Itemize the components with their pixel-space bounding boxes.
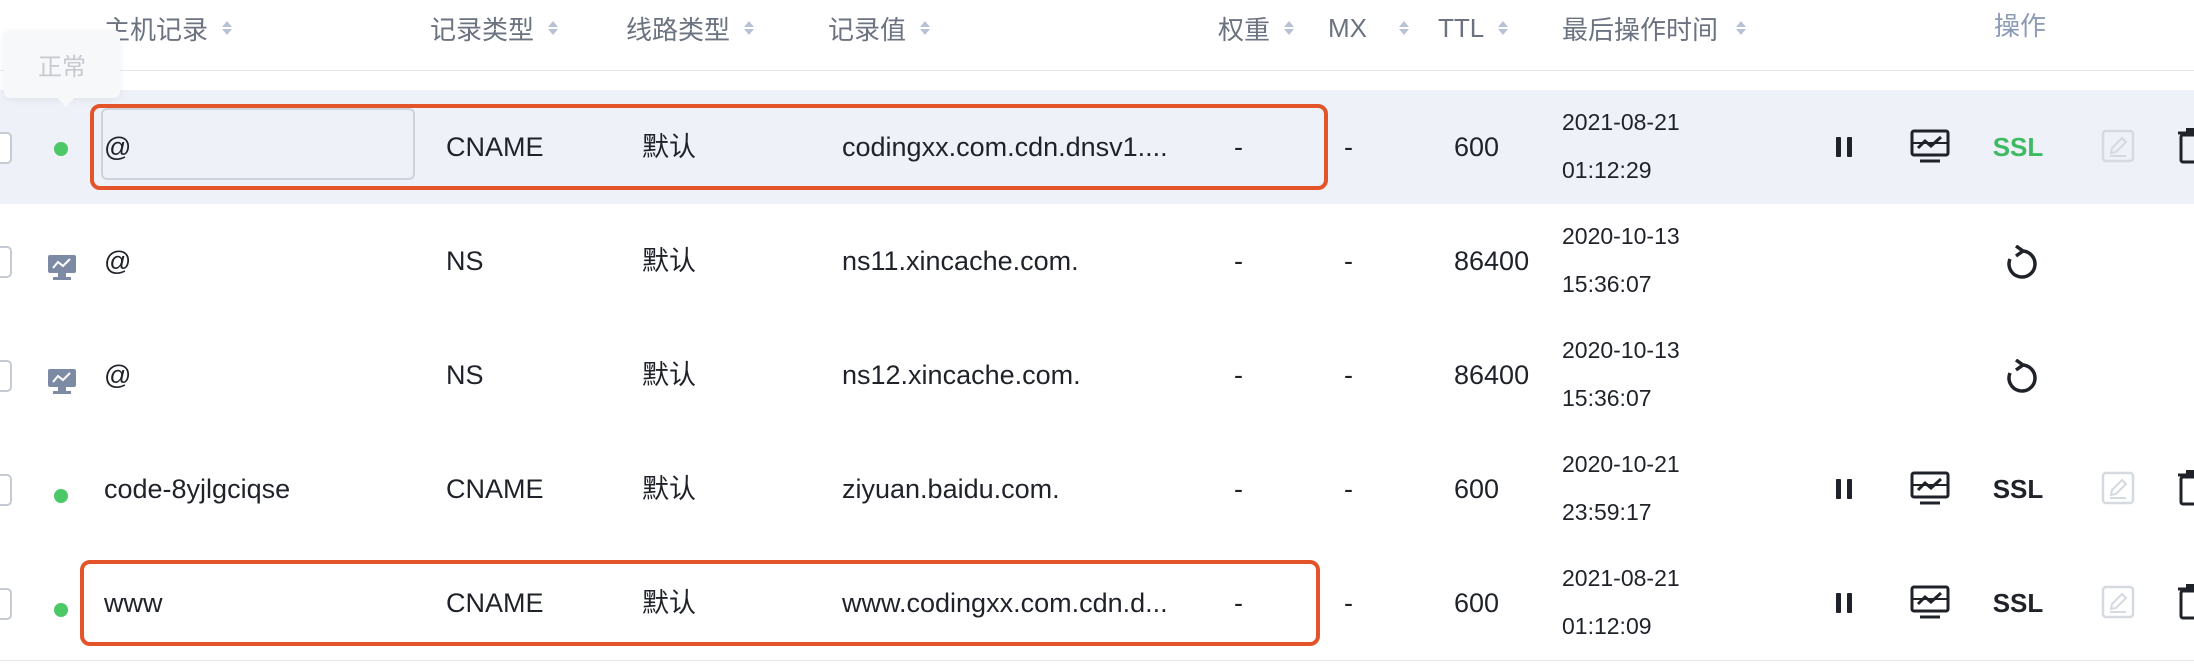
- column-header-updated[interactable]: 最后操作时间: [1562, 8, 1747, 48]
- edit-icon[interactable]: [2096, 580, 2140, 624]
- sort-icon[interactable]: [1736, 21, 1747, 35]
- updated-time: 23:59:17: [1562, 499, 1652, 525]
- delete-icon[interactable]: [2176, 466, 2194, 510]
- monitor-icon[interactable]: [1908, 580, 1952, 624]
- pause-icon[interactable]: [1826, 469, 1862, 509]
- sort-icon[interactable]: [1498, 21, 1509, 35]
- updated-time: 15:36:07: [1562, 271, 1652, 297]
- value-cell: ns11.xincache.com.: [842, 246, 1079, 276]
- mx-cell: -: [1344, 588, 1353, 618]
- updated-time: 15:36:07: [1562, 385, 1652, 411]
- line-cell: 默认: [642, 474, 696, 504]
- column-header-weight[interactable]: 权重: [1218, 8, 1295, 48]
- monitor-icon[interactable]: [1908, 124, 1952, 168]
- line-cell: 默认: [642, 360, 696, 390]
- column-header-actions: 操作: [1994, 10, 2047, 41]
- column-header-ttl[interactable]: TTL: [1438, 8, 1509, 48]
- pause-icon[interactable]: [1826, 583, 1862, 623]
- table-row: @ CNAME 默认 codingxx.com.cdn.dnsv1.... - …: [0, 90, 2194, 205]
- ssl-button[interactable]: SSL: [1990, 127, 2046, 167]
- pause-icon[interactable]: [1826, 127, 1862, 167]
- column-header-mx[interactable]: MX: [1328, 8, 1409, 48]
- sort-icon[interactable]: [222, 21, 233, 35]
- updated-date: 2020-10-21: [1562, 451, 1680, 477]
- status-dot-icon: [54, 142, 68, 156]
- status-dot-icon: [54, 603, 68, 617]
- sort-icon[interactable]: [744, 21, 755, 35]
- refresh-icon[interactable]: [2000, 242, 2044, 286]
- ssl-button[interactable]: SSL: [1990, 583, 2046, 623]
- mx-cell: -: [1344, 246, 1353, 276]
- table-header: 主机记录 记录类型 线路类型 记录值 权重 MX TTL 最后操作时间 操作: [0, 0, 2194, 71]
- mx-cell: -: [1344, 360, 1353, 390]
- ttl-cell: 600: [1454, 588, 1500, 618]
- row-checkbox[interactable]: [0, 588, 12, 620]
- ttl-cell: 600: [1454, 474, 1500, 504]
- weight-cell: -: [1234, 132, 1243, 162]
- host-cell: @: [104, 360, 132, 390]
- updated-date: 2021-08-21: [1562, 109, 1680, 135]
- mx-cell: -: [1344, 132, 1353, 162]
- sort-icon[interactable]: [920, 21, 931, 35]
- table-row: code-8yjlgciqse CNAME 默认 ziyuan.baidu.co…: [0, 432, 2194, 547]
- row-checkbox[interactable]: [0, 132, 12, 164]
- sort-icon[interactable]: [1284, 21, 1295, 35]
- mx-cell: -: [1344, 474, 1353, 504]
- value-cell: ns12.xincache.com.: [842, 360, 1081, 390]
- edit-icon[interactable]: [2096, 466, 2140, 510]
- edit-icon[interactable]: [2096, 124, 2140, 168]
- type-cell: NS: [446, 246, 484, 276]
- status-dot-icon: [54, 489, 68, 503]
- host-cell: code-8yjlgciqse: [104, 474, 291, 504]
- refresh-icon[interactable]: [2000, 356, 2044, 400]
- type-cell: CNAME: [446, 588, 544, 618]
- updated-date: 2021-08-21: [1562, 565, 1680, 591]
- column-header-type[interactable]: 记录类型: [430, 8, 559, 48]
- value-cell: ziyuan.baidu.com.: [842, 474, 1060, 504]
- updated-time: 01:12:29: [1562, 157, 1652, 183]
- monitor-icon[interactable]: [1908, 466, 1952, 510]
- host-cell: www: [104, 588, 163, 618]
- weight-cell: -: [1234, 588, 1243, 618]
- column-header-line[interactable]: 线路类型: [626, 8, 755, 48]
- updated-date: 2020-10-13: [1562, 223, 1680, 249]
- host-cell: @: [104, 246, 132, 276]
- ttl-cell: 86400: [1454, 360, 1530, 390]
- line-cell: 默认: [642, 588, 696, 618]
- delete-icon[interactable]: [2176, 124, 2194, 168]
- updated-date: 2020-10-13: [1562, 337, 1680, 363]
- status-tooltip: 正常: [4, 30, 120, 108]
- row-checkbox[interactable]: [0, 246, 12, 278]
- type-cell: NS: [446, 360, 484, 390]
- ttl-cell: 600: [1454, 132, 1500, 162]
- row-checkbox[interactable]: [0, 474, 12, 506]
- ttl-cell: 86400: [1454, 246, 1530, 276]
- row-checkbox[interactable]: [0, 360, 12, 392]
- table-row: www CNAME 默认 www.codingxx.com.cdn.d... -…: [0, 546, 2194, 661]
- weight-cell: -: [1234, 474, 1243, 504]
- table-row: @ NS 默认 ns12.xincache.com. - - 86400 202…: [0, 318, 2194, 433]
- value-cell: www.codingxx.com.cdn.d...: [842, 588, 1168, 618]
- server-icon: [47, 254, 77, 287]
- line-cell: 默认: [642, 132, 696, 162]
- server-icon: [47, 368, 77, 401]
- table-row: @ NS 默认 ns11.xincache.com. - - 86400 202…: [0, 204, 2194, 319]
- ssl-button[interactable]: SSL: [1990, 469, 2046, 509]
- column-header-host[interactable]: 主机记录: [104, 8, 233, 48]
- delete-icon[interactable]: [2176, 580, 2194, 624]
- column-header-value[interactable]: 记录值: [828, 8, 931, 48]
- weight-cell: -: [1234, 360, 1243, 390]
- line-cell: 默认: [642, 246, 696, 276]
- host-input[interactable]: [101, 108, 415, 180]
- type-cell: CNAME: [446, 132, 544, 162]
- type-cell: CNAME: [446, 474, 544, 504]
- value-cell: codingxx.com.cdn.dnsv1....: [842, 132, 1168, 162]
- weight-cell: -: [1234, 246, 1243, 276]
- host-cell: @: [104, 132, 132, 162]
- updated-time: 01:12:09: [1562, 613, 1652, 639]
- sort-icon[interactable]: [548, 21, 559, 35]
- sort-icon[interactable]: [1399, 21, 1409, 35]
